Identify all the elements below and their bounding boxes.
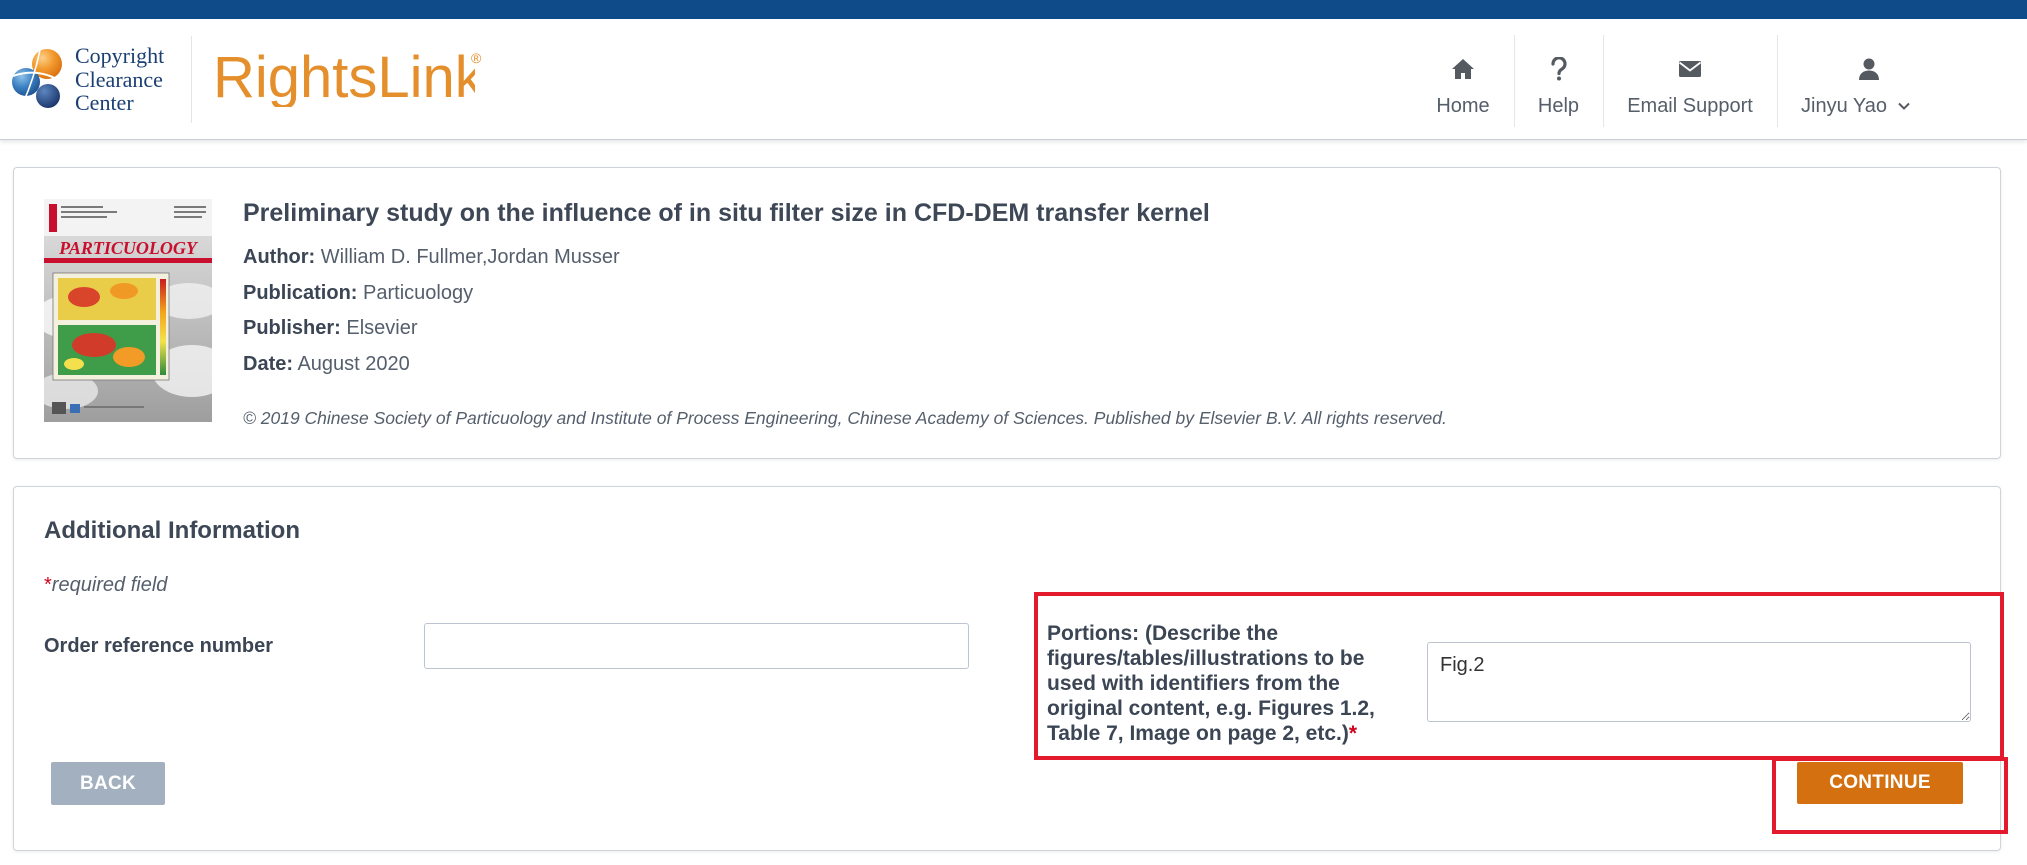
order-reference-label: Order reference number bbox=[44, 635, 273, 657]
article-publisher: Publisher: Elsevier bbox=[243, 314, 418, 342]
article-title: Preliminary study on the influence of in… bbox=[243, 199, 1210, 227]
article-summary-card: PARTICUOLOGY Preliminary study on the in… bbox=[13, 167, 2001, 459]
publisher-value: Elsevier bbox=[346, 317, 418, 339]
journal-cover-image: PARTICUOLOGY bbox=[44, 199, 212, 422]
user-icon bbox=[1778, 57, 1960, 81]
logo-line-copyright: Copyright bbox=[75, 43, 165, 68]
rightslink-logo[interactable]: RightsLink ® bbox=[213, 49, 483, 119]
ccc-logo-text[interactable]: Copyright Clearance Center bbox=[75, 44, 164, 115]
section-heading: Additional Information bbox=[44, 517, 300, 544]
portions-label-line: used with identifiers from the bbox=[1047, 672, 1340, 695]
envelope-icon bbox=[1604, 57, 1776, 81]
rightslink-wordmark: RightsLink bbox=[213, 49, 475, 107]
user-menu-row: Jinyu Yao bbox=[1801, 94, 1911, 118]
logo-line-clearance: Clearance bbox=[75, 66, 163, 92]
article-date: Date: August 2020 bbox=[243, 350, 410, 378]
required-field-text: required field bbox=[51, 574, 168, 596]
top-brand-bar bbox=[0, 0, 2027, 19]
site-header: Copyright Clearance Center RightsLink ® … bbox=[0, 19, 2027, 140]
publication-label: Publication: bbox=[243, 282, 358, 304]
continue-button[interactable]: CONTINUE bbox=[1797, 762, 1963, 804]
date-value: August 2020 bbox=[297, 353, 410, 375]
required-asterisk: * bbox=[44, 574, 52, 596]
nav-user-menu[interactable]: Jinyu Yao bbox=[1778, 19, 1960, 140]
ccc-globe-icon[interactable] bbox=[10, 45, 66, 111]
cover-journal-title: PARTICUOLOGY bbox=[58, 238, 199, 258]
portions-textarea[interactable]: Fig.2 bbox=[1427, 642, 1971, 722]
cover-red-tab bbox=[49, 204, 57, 232]
cover-map-figure bbox=[52, 272, 170, 381]
nav-email-label: Email Support bbox=[1627, 95, 1753, 117]
portions-label-line: figures/tables/illustrations to be bbox=[1047, 647, 1365, 670]
home-icon bbox=[1418, 57, 1508, 81]
required-field-note: *required field bbox=[44, 573, 167, 597]
rightslink-page: Copyright Clearance Center RightsLink ® … bbox=[0, 0, 2027, 865]
cover-red-rule bbox=[44, 258, 212, 263]
logo-divider bbox=[191, 36, 192, 123]
chevron-down-icon bbox=[1898, 102, 1910, 110]
article-publication: Publication: Particuology bbox=[243, 279, 473, 307]
nav-email-support[interactable]: Email Support bbox=[1604, 19, 1776, 140]
registered-mark: ® bbox=[471, 50, 482, 66]
date-label: Date: bbox=[243, 353, 294, 375]
portions-label-last-line: Table 7, Image on page 2, etc.)* bbox=[1047, 721, 1387, 746]
publisher-label: Publisher: bbox=[243, 317, 341, 339]
portions-label-line: original content, e.g. Figures 1.2, bbox=[1047, 697, 1375, 720]
nav-home[interactable]: Home bbox=[1418, 19, 1508, 140]
author-value: William D. Fullmer,Jordan Musser bbox=[320, 246, 620, 268]
question-icon bbox=[1515, 57, 1602, 81]
author-label: Author: bbox=[243, 246, 316, 268]
portions-required-asterisk: * bbox=[1348, 722, 1358, 745]
order-reference-input[interactable] bbox=[424, 623, 969, 669]
user-name: Jinyu Yao bbox=[1801, 95, 1887, 117]
nav-help-label: Help bbox=[1537, 95, 1580, 117]
logo-line-center: Center bbox=[75, 90, 134, 115]
nav-home-label: Home bbox=[1436, 95, 1490, 117]
back-button[interactable]: BACK bbox=[51, 762, 165, 805]
portions-label-line: Table 7, Image on page 2, etc.) bbox=[1047, 722, 1349, 745]
copyright-notice: © 2019 Chinese Society of Particuology a… bbox=[243, 408, 1447, 428]
nav-help[interactable]: Help bbox=[1515, 19, 1602, 140]
article-author: Author: William D. Fullmer,Jordan Musser bbox=[243, 243, 620, 271]
portions-label: Portions: (Describe the figures/tables/i… bbox=[1047, 621, 1387, 746]
portions-label-line: Portions: (Describe the bbox=[1047, 622, 1279, 645]
additional-information-card: Additional Information *required field O… bbox=[13, 486, 2001, 851]
publication-value: Particuology bbox=[363, 282, 474, 304]
